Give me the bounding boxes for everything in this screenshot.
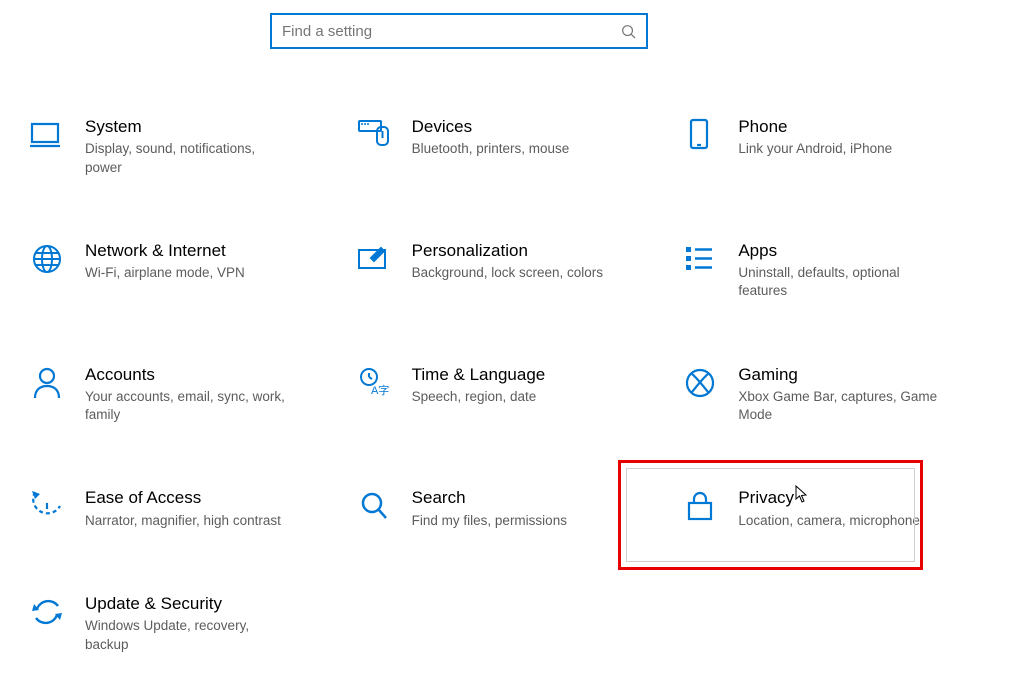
tile-desc: Uninstall, defaults, optional features (738, 264, 938, 300)
sync-icon (29, 594, 65, 630)
devices-icon (356, 117, 392, 153)
tile-desc: Wi-Fi, airplane mode, VPN (85, 264, 245, 282)
tile-title: Network & Internet (85, 241, 245, 261)
tile-title: Apps (738, 241, 938, 261)
tile-desc: Narrator, magnifier, high contrast (85, 512, 281, 530)
settings-grid: System Display, sound, notifications, po… (25, 115, 995, 656)
tile-phone[interactable]: Phone Link your Android, iPhone (678, 115, 995, 179)
search-container (270, 13, 648, 49)
time-language-icon: A字 (356, 365, 392, 401)
tile-network[interactable]: Network & Internet Wi-Fi, airplane mode,… (25, 239, 342, 303)
tile-title: Update & Security (85, 594, 285, 614)
tile-desc: Xbox Game Bar, captures, Game Mode (738, 388, 938, 424)
tile-desc: Your accounts, email, sync, work, family (85, 388, 285, 424)
search-input[interactable] (282, 23, 621, 40)
search-icon (621, 24, 636, 39)
search-box[interactable] (270, 13, 648, 49)
tile-desc: Windows Update, recovery, backup (85, 617, 285, 653)
tile-desc: Location, camera, microphone (738, 512, 920, 530)
tile-ease-of-access[interactable]: Ease of Access Narrator, magnifier, high… (25, 486, 342, 532)
tile-accounts[interactable]: Accounts Your accounts, email, sync, wor… (25, 363, 342, 427)
tile-update-security[interactable]: Update & Security Windows Update, recove… (25, 592, 342, 656)
tile-search[interactable]: Search Find my files, permissions (352, 486, 669, 532)
tile-devices[interactable]: Devices Bluetooth, printers, mouse (352, 115, 669, 179)
tile-time-language[interactable]: A字 Time & Language Speech, region, date (352, 363, 669, 427)
tile-desc: Find my files, permissions (412, 512, 567, 530)
tile-desc: Background, lock screen, colors (412, 264, 603, 282)
tile-title: Search (412, 488, 567, 508)
tile-title: Time & Language (412, 365, 546, 385)
tile-gaming[interactable]: Gaming Xbox Game Bar, captures, Game Mod… (678, 363, 995, 427)
tile-title: System (85, 117, 285, 137)
tile-title: Devices (412, 117, 570, 137)
tile-privacy[interactable]: Privacy Location, camera, microphone (678, 486, 995, 532)
tile-title: Personalization (412, 241, 603, 261)
tile-title: Privacy (738, 488, 920, 508)
tile-title: Phone (738, 117, 892, 137)
tile-desc: Speech, region, date (412, 388, 546, 406)
apps-icon (682, 241, 718, 277)
tile-system[interactable]: System Display, sound, notifications, po… (25, 115, 342, 179)
tile-title: Accounts (85, 365, 285, 385)
magnifier-icon (356, 488, 392, 524)
tile-personalization[interactable]: Personalization Background, lock screen,… (352, 239, 669, 303)
xbox-icon (682, 365, 718, 401)
tile-desc: Display, sound, notifications, power (85, 140, 285, 176)
person-icon (29, 365, 65, 401)
globe-icon (29, 241, 65, 277)
system-icon (29, 117, 65, 153)
ease-of-access-icon (29, 488, 65, 524)
paintbrush-icon (356, 241, 392, 277)
svg-text:A字: A字 (371, 383, 389, 397)
tile-desc: Link your Android, iPhone (738, 140, 892, 158)
lock-icon (682, 488, 718, 524)
tile-title: Ease of Access (85, 488, 281, 508)
tile-apps[interactable]: Apps Uninstall, defaults, optional featu… (678, 239, 995, 303)
tile-title: Gaming (738, 365, 938, 385)
tile-desc: Bluetooth, printers, mouse (412, 140, 570, 158)
phone-icon (682, 117, 718, 153)
